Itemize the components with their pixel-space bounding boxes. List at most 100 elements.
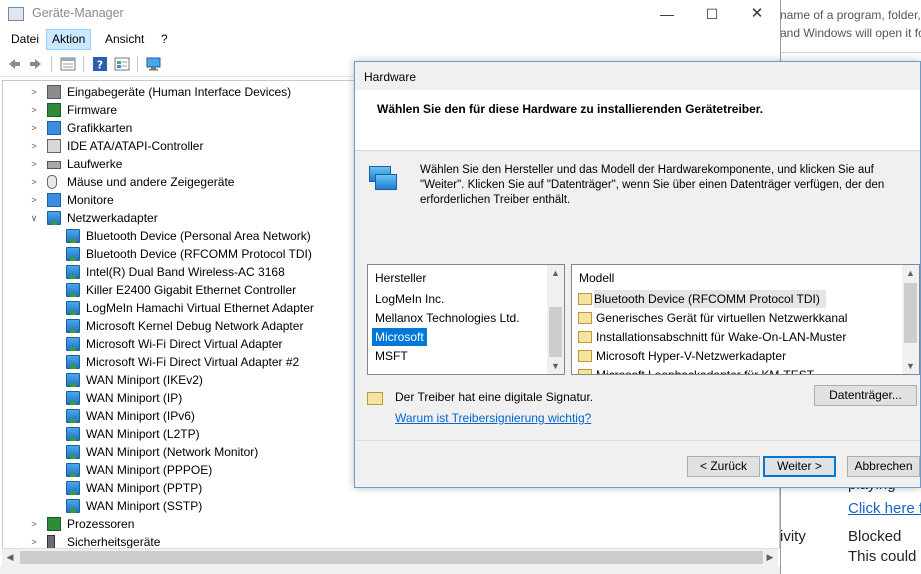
network-adapter-icon [47,211,61,225]
model-item[interactable]: Microsoft Loopbackadapter für KM-TEST [596,366,814,374]
model-item-selected[interactable]: Bluetooth Device (RFCOMM Protocol TDI) [594,290,826,308]
close-button[interactable]: ✕ [742,3,772,25]
tree-item-label: WAN Miniport (PPTP) [86,481,203,495]
menu-help[interactable]: ? [156,30,173,49]
display-adapter-icon [47,121,61,135]
chevron-down-icon[interactable]: ∨ [29,209,39,227]
network-adapter-icon [66,301,80,315]
tree-device[interactable]: WAN Miniport (SSTP) [3,497,777,515]
tree-item-label: Firmware [67,103,117,117]
menu-bar: Datei Aktion Ansicht ? [0,29,780,50]
minimize-button[interactable]: — [652,3,682,25]
scroll-left-arrow-icon[interactable]: ◀ [2,549,18,566]
network-adapter-icon [66,337,80,351]
help-icon[interactable]: ? [92,56,108,72]
background-text-ivity: ivity [780,528,806,545]
back-arrow-icon[interactable] [6,56,22,72]
network-adapter-icon [369,166,397,190]
tree-item-label: Grafikkarten [67,121,133,135]
scroll-up-arrow-icon[interactable]: ▲ [547,265,564,281]
tree-item-label: Sicherheitsgeräte [67,535,161,549]
background-text-this-could: This could [848,548,917,565]
manufacturer-scrollbar[interactable]: ▲ ▼ [547,265,564,374]
network-adapter-icon [66,409,80,423]
chevron-right-icon[interactable]: > [29,137,39,155]
next-button[interactable]: Weiter > [763,456,836,477]
scrollbar-thumb[interactable] [904,283,917,343]
dialog-header: Wählen Sie den für diese Hardware zu ins… [355,90,920,151]
model-item[interactable]: Generisches Gerät für virtuellen Netzwer… [596,309,847,327]
background-text-blocked: Blocked [848,528,902,545]
background-click-here-link[interactable]: Click here f [848,500,921,517]
tree-item-label: Laufwerke [67,157,123,171]
background-separator [780,52,921,53]
signature-text: Der Treiber hat eine digitale Signatur. [395,390,594,404]
chevron-right-icon[interactable]: > [29,515,39,533]
toolbar-separator [51,56,52,72]
title-bar[interactable]: Geräte-Manager — ☐ ✕ [0,0,780,28]
network-adapter-icon [66,463,80,477]
model-scrollbar[interactable]: ▲ ▼ [902,265,919,374]
tree-item-label: Microsoft Wi-Fi Direct Virtual Adapter #… [86,355,300,369]
signature-info-link[interactable]: Warum ist Treibersignierung wichtig? [395,411,591,425]
chevron-right-icon[interactable]: > [29,119,39,137]
scroll-up-arrow-icon[interactable]: ▲ [902,265,919,281]
background-text-line: name of a program, folder, [780,8,921,22]
menu-datei[interactable]: Datei [6,30,44,49]
driver-icon [578,293,592,305]
chevron-right-icon[interactable]: > [29,155,39,173]
chevron-right-icon[interactable]: > [29,173,39,191]
manufacturer-list-header: Hersteller [375,271,427,285]
have-disk-button[interactable]: Datenträger... [814,385,917,406]
tree-category[interactable]: > Sicherheitsgeräte [3,533,777,549]
forward-arrow-icon[interactable] [28,56,44,72]
chevron-right-icon[interactable]: > [29,83,39,101]
driver-icon [578,312,592,324]
cancel-button[interactable]: Abbrechen [847,456,920,477]
properties-icon[interactable] [60,56,76,72]
tree-item-label: Bluetooth Device (Personal Area Network) [86,229,311,243]
chevron-right-icon[interactable]: > [29,533,39,549]
scroll-down-arrow-icon[interactable]: ▼ [902,358,919,374]
model-item[interactable]: Installationsabschnitt für Wake-On-LAN-M… [596,328,846,346]
tree-category[interactable]: > Prozessoren [3,515,777,533]
network-adapter-icon [66,229,80,243]
tree-item-label: WAN Miniport (IP) [86,391,183,405]
maximize-button[interactable]: ☐ [697,3,727,25]
manufacturer-item[interactable]: Mellanox Technologies Ltd. [375,309,520,327]
chevron-right-icon[interactable]: > [29,101,39,119]
tree-item-label: WAN Miniport (IKEv2) [86,373,203,387]
show-hidden-icon[interactable] [114,56,130,72]
device-manager-app-icon [8,7,24,21]
tree-item-label: Eingabegeräte (Human Interface Devices) [67,85,292,99]
menu-aktion[interactable]: Aktion [46,29,92,50]
menu-ansicht[interactable]: Ansicht [100,30,149,49]
manufacturer-item[interactable]: LogMeIn Inc. [375,290,444,308]
scroll-down-arrow-icon[interactable]: ▼ [547,358,564,374]
network-adapter-icon [66,427,80,441]
ide-controller-icon [47,139,61,153]
horizontal-scrollbar[interactable]: ◀ ▶ [2,548,778,566]
back-button[interactable]: < Zurück [687,456,760,477]
model-list[interactable]: Modell Bluetooth Device (RFCOMM Protocol… [571,264,920,375]
network-adapter-icon [66,283,80,297]
network-adapter-icon [66,445,80,459]
scrollbar-thumb[interactable] [20,551,763,564]
tree-item-label: IDE ATA/ATAPI-Controller [67,139,204,153]
dialog-heading: Wählen Sie den für diese Hardware zu ins… [377,102,764,116]
scrollbar-thumb[interactable] [549,307,562,357]
background-text-line: and Windows will open it fo [780,26,921,40]
scroll-right-arrow-icon[interactable]: ▶ [762,549,778,566]
network-adapter-icon [66,247,80,261]
disk-drive-icon [47,161,61,169]
model-item[interactable]: Microsoft Hyper-V-Netzwerkadapter [596,347,786,365]
driver-icon [578,350,592,362]
manufacturer-list[interactable]: Hersteller LogMeIn Inc. Mellanox Technol… [367,264,565,375]
chevron-right-icon[interactable]: > [29,191,39,209]
tree-item-label: Netzwerkadapter [67,211,158,225]
tree-item-label: Prozessoren [67,517,135,531]
manufacturer-item-selected[interactable]: Microsoft [372,328,427,346]
manufacturer-item[interactable]: MSFT [375,347,408,365]
scan-hardware-icon[interactable] [146,56,162,72]
tree-item-label: Intel(R) Dual Band Wireless-AC 3168 [86,265,285,279]
